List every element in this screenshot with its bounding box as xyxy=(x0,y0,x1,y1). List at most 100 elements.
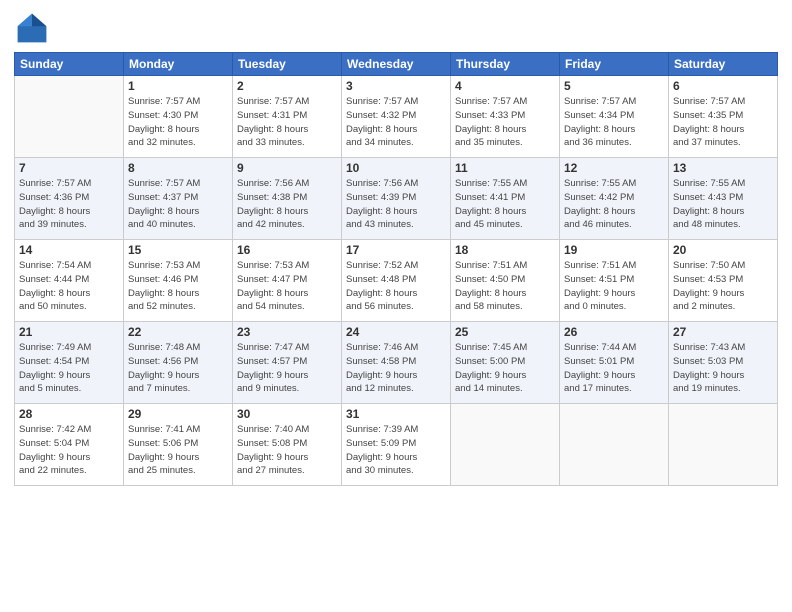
day-number: 26 xyxy=(564,325,664,339)
calendar-cell xyxy=(451,404,560,486)
calendar-cell: 2Sunrise: 7:57 AM Sunset: 4:31 PM Daylig… xyxy=(233,76,342,158)
day-info: Sunrise: 7:53 AM Sunset: 4:47 PM Dayligh… xyxy=(237,259,337,314)
day-header-friday: Friday xyxy=(560,53,669,76)
calendar-cell: 19 Sunrise: 7:51 AM Sunset: 4:51 PM Dayli… xyxy=(560,240,669,322)
calendar-cell: 26 Sunrise: 7:44 AM Sunset: 5:01 PM Dayli… xyxy=(560,322,669,404)
calendar-cell: 31 Sunrise: 7:39 AM Sunset: 5:09 PM Dayli… xyxy=(342,404,451,486)
day-number: 23 xyxy=(237,325,337,339)
day-header-thursday: Thursday xyxy=(451,53,560,76)
calendar-cell: 22 Sunrise: 7:48 AM Sunset: 4:56 PM Dayli… xyxy=(124,322,233,404)
calendar-cell: 7Sunrise: 7:57 AM Sunset: 4:36 PM Daylig… xyxy=(15,158,124,240)
day-info: Sunrise: 7:52 AM Sunset: 4:48 PM Dayligh… xyxy=(346,259,446,314)
day-number: 4 xyxy=(455,79,555,93)
calendar-cell: 20 Sunrise: 7:50 AM Sunset: 4:53 PM Dayli… xyxy=(669,240,778,322)
day-info: Sunrise: 7:49 AM Sunset: 4:54 PM Dayligh… xyxy=(19,341,119,396)
day-info: Sunrise: 7:57 AM Sunset: 4:37 PM Dayligh… xyxy=(128,177,228,232)
calendar-week-3: 14Sunrise: 7:54 AM Sunset: 4:44 PM Dayli… xyxy=(15,240,778,322)
day-number: 9 xyxy=(237,161,337,175)
calendar-cell: 29Sunrise: 7:41 AM Sunset: 5:06 PM Dayli… xyxy=(124,404,233,486)
day-info: Sunrise: 7:50 AM Sunset: 4:53 PM Dayligh… xyxy=(673,259,773,314)
day-number: 22 xyxy=(128,325,228,339)
calendar-cell: 4 Sunrise: 7:57 AM Sunset: 4:33 PM Daylig… xyxy=(451,76,560,158)
day-info: Sunrise: 7:57 AM Sunset: 4:32 PM Dayligh… xyxy=(346,95,446,150)
calendar-cell xyxy=(560,404,669,486)
calendar-cell: 15 Sunrise: 7:53 AM Sunset: 4:46 PM Dayli… xyxy=(124,240,233,322)
day-info: Sunrise: 7:47 AM Sunset: 4:57 PM Dayligh… xyxy=(237,341,337,396)
day-number: 18 xyxy=(455,243,555,257)
day-header-tuesday: Tuesday xyxy=(233,53,342,76)
day-number: 15 xyxy=(128,243,228,257)
day-number: 25 xyxy=(455,325,555,339)
day-number: 17 xyxy=(346,243,446,257)
day-number: 24 xyxy=(346,325,446,339)
day-number: 2 xyxy=(237,79,337,93)
calendar-week-4: 21Sunrise: 7:49 AM Sunset: 4:54 PM Dayli… xyxy=(15,322,778,404)
calendar-cell: 21Sunrise: 7:49 AM Sunset: 4:54 PM Dayli… xyxy=(15,322,124,404)
calendar-cell: 25Sunrise: 7:45 AM Sunset: 5:00 PM Dayli… xyxy=(451,322,560,404)
day-info: Sunrise: 7:43 AM Sunset: 5:03 PM Dayligh… xyxy=(673,341,773,396)
calendar-cell: 11 Sunrise: 7:55 AM Sunset: 4:41 PM Dayli… xyxy=(451,158,560,240)
day-header-wednesday: Wednesday xyxy=(342,53,451,76)
calendar-cell xyxy=(669,404,778,486)
day-info: Sunrise: 7:55 AM Sunset: 4:43 PM Dayligh… xyxy=(673,177,773,232)
day-header-sunday: Sunday xyxy=(15,53,124,76)
day-header-monday: Monday xyxy=(124,53,233,76)
day-number: 16 xyxy=(237,243,337,257)
day-info: Sunrise: 7:54 AM Sunset: 4:44 PM Dayligh… xyxy=(19,259,119,314)
day-info: Sunrise: 7:41 AM Sunset: 5:06 PM Dayligh… xyxy=(128,423,228,478)
calendar-cell: 14Sunrise: 7:54 AM Sunset: 4:44 PM Dayli… xyxy=(15,240,124,322)
calendar-cell: 10 Sunrise: 7:56 AM Sunset: 4:39 PM Dayli… xyxy=(342,158,451,240)
day-info: Sunrise: 7:51 AM Sunset: 4:51 PM Dayligh… xyxy=(564,259,664,314)
day-info: Sunrise: 7:57 AM Sunset: 4:35 PM Dayligh… xyxy=(673,95,773,150)
day-info: Sunrise: 7:56 AM Sunset: 4:38 PM Dayligh… xyxy=(237,177,337,232)
calendar-week-1: 1 Sunrise: 7:57 AM Sunset: 4:30 PM Daylig… xyxy=(15,76,778,158)
day-number: 5 xyxy=(564,79,664,93)
day-info: Sunrise: 7:44 AM Sunset: 5:01 PM Dayligh… xyxy=(564,341,664,396)
header xyxy=(14,10,778,46)
day-info: Sunrise: 7:46 AM Sunset: 4:58 PM Dayligh… xyxy=(346,341,446,396)
day-info: Sunrise: 7:40 AM Sunset: 5:08 PM Dayligh… xyxy=(237,423,337,478)
page: SundayMondayTuesdayWednesdayThursdayFrid… xyxy=(0,0,792,612)
calendar-cell: 1 Sunrise: 7:57 AM Sunset: 4:30 PM Daylig… xyxy=(124,76,233,158)
day-info: Sunrise: 7:39 AM Sunset: 5:09 PM Dayligh… xyxy=(346,423,446,478)
day-number: 7 xyxy=(19,161,119,175)
calendar-cell xyxy=(15,76,124,158)
calendar-cell: 8 Sunrise: 7:57 AM Sunset: 4:37 PM Daylig… xyxy=(124,158,233,240)
calendar-cell: 6Sunrise: 7:57 AM Sunset: 4:35 PM Daylig… xyxy=(669,76,778,158)
day-number: 1 xyxy=(128,79,228,93)
day-number: 31 xyxy=(346,407,446,421)
day-number: 20 xyxy=(673,243,773,257)
calendar-cell: 9 Sunrise: 7:56 AM Sunset: 4:38 PM Daylig… xyxy=(233,158,342,240)
calendar-cell: 3Sunrise: 7:57 AM Sunset: 4:32 PM Daylig… xyxy=(342,76,451,158)
day-number: 30 xyxy=(237,407,337,421)
day-number: 12 xyxy=(564,161,664,175)
day-info: Sunrise: 7:55 AM Sunset: 4:41 PM Dayligh… xyxy=(455,177,555,232)
day-info: Sunrise: 7:51 AM Sunset: 4:50 PM Dayligh… xyxy=(455,259,555,314)
day-info: Sunrise: 7:55 AM Sunset: 4:42 PM Dayligh… xyxy=(564,177,664,232)
calendar-cell: 13 Sunrise: 7:55 AM Sunset: 4:43 PM Dayli… xyxy=(669,158,778,240)
day-info: Sunrise: 7:57 AM Sunset: 4:33 PM Dayligh… xyxy=(455,95,555,150)
day-number: 19 xyxy=(564,243,664,257)
day-number: 11 xyxy=(455,161,555,175)
day-info: Sunrise: 7:53 AM Sunset: 4:46 PM Dayligh… xyxy=(128,259,228,314)
day-number: 13 xyxy=(673,161,773,175)
day-info: Sunrise: 7:42 AM Sunset: 5:04 PM Dayligh… xyxy=(19,423,119,478)
calendar-cell: 18 Sunrise: 7:51 AM Sunset: 4:50 PM Dayli… xyxy=(451,240,560,322)
calendar-cell: 5 Sunrise: 7:57 AM Sunset: 4:34 PM Daylig… xyxy=(560,76,669,158)
day-number: 28 xyxy=(19,407,119,421)
day-info: Sunrise: 7:57 AM Sunset: 4:34 PM Dayligh… xyxy=(564,95,664,150)
day-number: 8 xyxy=(128,161,228,175)
calendar-cell: 24 Sunrise: 7:46 AM Sunset: 4:58 PM Dayli… xyxy=(342,322,451,404)
logo xyxy=(14,10,54,46)
day-info: Sunrise: 7:56 AM Sunset: 4:39 PM Dayligh… xyxy=(346,177,446,232)
calendar-cell: 23 Sunrise: 7:47 AM Sunset: 4:57 PM Dayli… xyxy=(233,322,342,404)
day-header-saturday: Saturday xyxy=(669,53,778,76)
calendar-week-2: 7Sunrise: 7:57 AM Sunset: 4:36 PM Daylig… xyxy=(15,158,778,240)
day-info: Sunrise: 7:57 AM Sunset: 4:30 PM Dayligh… xyxy=(128,95,228,150)
calendar-cell: 16 Sunrise: 7:53 AM Sunset: 4:47 PM Dayli… xyxy=(233,240,342,322)
calendar-cell: 17 Sunrise: 7:52 AM Sunset: 4:48 PM Dayli… xyxy=(342,240,451,322)
calendar-cell: 12 Sunrise: 7:55 AM Sunset: 4:42 PM Dayli… xyxy=(560,158,669,240)
logo-icon xyxy=(14,10,50,46)
day-info: Sunrise: 7:48 AM Sunset: 4:56 PM Dayligh… xyxy=(128,341,228,396)
day-number: 10 xyxy=(346,161,446,175)
